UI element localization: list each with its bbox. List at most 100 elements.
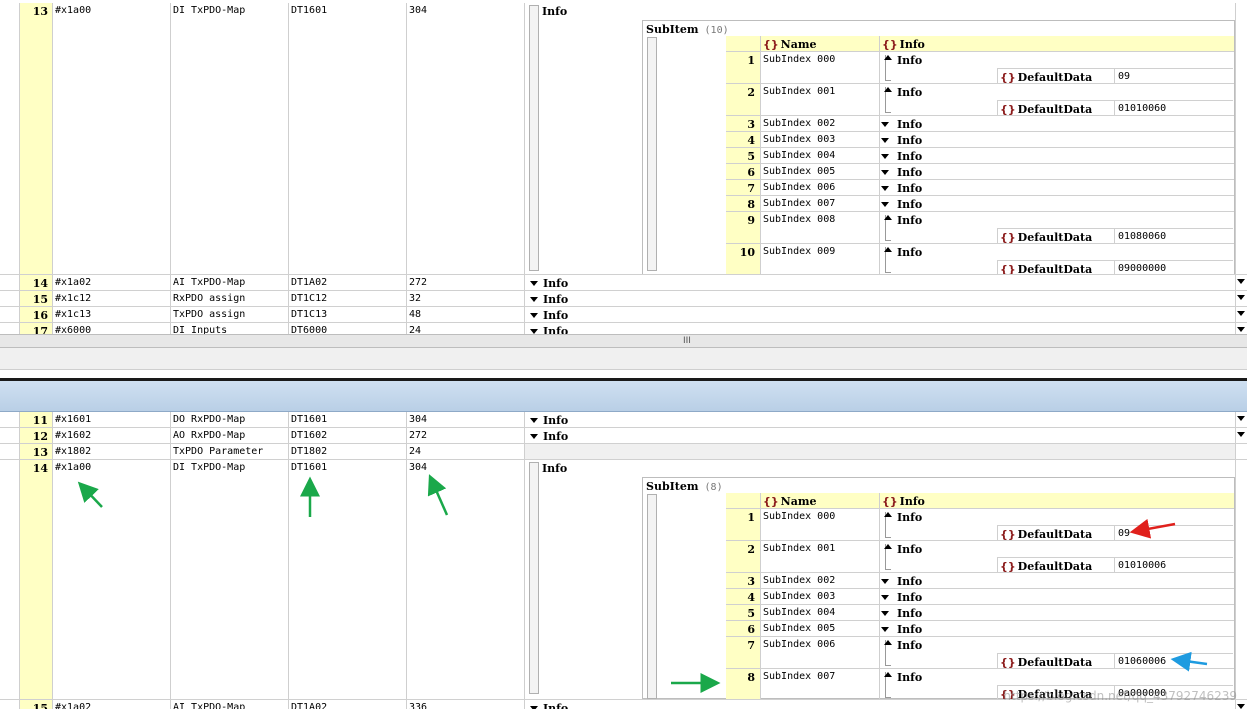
info-cell[interactable]: Info	[524, 307, 1235, 322]
subitem-info[interactable]: Info	[879, 196, 1233, 211]
bitsize-cell[interactable]: 24	[406, 323, 524, 334]
subitem-name[interactable]: SubIndex 004	[760, 148, 879, 163]
table-row[interactable]: 14 #x1a00 DI TxPDO-Map DT1601 304 Info S…	[0, 460, 1247, 700]
subitem-name[interactable]: SubIndex 006	[760, 180, 879, 195]
collapse-arrow-icon[interactable]	[884, 512, 892, 538]
subitem-info[interactable]: Info	[879, 132, 1233, 147]
subitem-row[interactable]: 9 SubIndex 008 Info {} DefaultData 010800…	[726, 212, 1234, 244]
bitsize-cell[interactable]: 272	[406, 428, 524, 443]
subitem-name[interactable]: SubIndex 003	[760, 132, 879, 147]
collapse-arrow-icon[interactable]	[884, 87, 892, 113]
table-row[interactable]: 14 #x1a02 AI TxPDO-Map DT1A02 272 Info	[0, 275, 1247, 291]
defaultdata-value[interactable]: 01010006	[1117, 558, 1166, 571]
row-end-cell[interactable]	[1235, 412, 1247, 427]
bitsize-cell[interactable]: 304	[406, 460, 524, 699]
row-end-cell[interactable]	[1235, 323, 1247, 334]
bitsize-cell[interactable]: 304	[406, 3, 524, 274]
subitem-name[interactable]: SubIndex 002	[760, 116, 879, 131]
bitsize-cell[interactable]: 48	[406, 307, 524, 322]
bitsize-cell[interactable]: 272	[406, 275, 524, 290]
name-cell[interactable]: DO RxPDO-Map	[170, 412, 288, 427]
name-cell[interactable]: DI Inputs	[170, 323, 288, 334]
name-cell[interactable]: AO RxPDO-Map	[170, 428, 288, 443]
subitem-info[interactable]: Info	[879, 164, 1233, 179]
subitem-info[interactable]: Info	[879, 589, 1233, 604]
index-cell[interactable]: #x1a00	[52, 460, 170, 699]
collapse-arrow-icon[interactable]	[884, 55, 892, 81]
index-cell[interactable]: #x1a02	[52, 700, 170, 709]
dropdown-arrow-icon[interactable]	[881, 138, 889, 143]
defaultdata-value[interactable]: 01060006	[1117, 654, 1166, 667]
info-cell[interactable]: Info	[524, 323, 1235, 334]
table-row[interactable]: 13 #x1a00 DI TxPDO-Map DT1601 304 Info S…	[0, 3, 1247, 275]
index-cell[interactable]: #x1c12	[52, 291, 170, 306]
name-cell[interactable]: AI TxPDO-Map	[170, 275, 288, 290]
row-end-cell[interactable]	[1235, 307, 1247, 322]
defaultdata-value[interactable]: 01080060	[1117, 229, 1166, 242]
name-cell[interactable]: RxPDO assign	[170, 291, 288, 306]
subitem-row[interactable]: 3 SubIndex 002 Info	[726, 116, 1234, 132]
row-end-cell[interactable]	[1235, 275, 1247, 290]
dropdown-arrow-icon[interactable]	[1237, 311, 1245, 316]
dropdown-arrow-icon[interactable]	[1237, 295, 1245, 300]
subitem-name[interactable]: SubIndex 000	[760, 509, 879, 540]
dropdown-arrow-icon[interactable]	[881, 170, 889, 175]
dropdown-arrow-icon[interactable]	[881, 595, 889, 600]
subitem-row[interactable]: 1 SubIndex 000 Info {} DefaultData 09	[726, 52, 1234, 84]
type-cell[interactable]: DT1601	[288, 3, 406, 274]
subitem-name[interactable]: SubIndex 005	[760, 164, 879, 179]
type-cell[interactable]: DT1A02	[288, 275, 406, 290]
subitem-row[interactable]: 6 SubIndex 005 Info	[726, 621, 1234, 637]
table-row[interactable]: 15 #x1c12 RxPDO assign DT1C12 32 Info	[0, 291, 1247, 307]
dropdown-arrow-icon[interactable]	[1237, 432, 1245, 437]
subitem-row[interactable]: 10 SubIndex 009 Info {} DefaultData 09000…	[726, 244, 1234, 274]
dropdown-arrow-icon[interactable]	[1237, 327, 1245, 332]
type-cell[interactable]: DT6000	[288, 323, 406, 334]
bitsize-cell[interactable]: 304	[406, 412, 524, 427]
index-cell[interactable]: #x1601	[52, 412, 170, 427]
defaultdata-value[interactable]: 09	[1117, 526, 1130, 539]
info-cell[interactable]: Info SubItem (8) {} Name {} Info 1 SubInde…	[524, 460, 1235, 699]
subitem-grid[interactable]: SubItem (10) {} Name {} Info 1 SubIndex 00…	[642, 20, 1235, 274]
subitem-name[interactable]: SubIndex 003	[760, 589, 879, 604]
row-end-cell[interactable]	[1235, 291, 1247, 306]
type-cell[interactable]: DT1601	[288, 412, 406, 427]
subitem-name[interactable]: SubIndex 007	[760, 196, 879, 211]
bitsize-cell[interactable]: 32	[406, 291, 524, 306]
defaultdata-value[interactable]: 09000000	[1117, 261, 1166, 274]
subitem-info[interactable]: Info	[879, 621, 1233, 636]
subitem-name[interactable]: SubIndex 002	[760, 573, 879, 588]
type-cell[interactable]: DT1A02	[288, 700, 406, 709]
row-end-cell[interactable]	[1235, 428, 1247, 443]
info-cell[interactable]: Info SubItem (10) {} Name {} Info 1 SubInd…	[524, 3, 1235, 274]
subitem-name[interactable]: SubIndex 000	[760, 52, 879, 83]
info-cell[interactable]: Info	[524, 428, 1235, 443]
top-grid-pane[interactable]: 13 #x1a00 DI TxPDO-Map DT1601 304 Info S…	[0, 0, 1247, 334]
subitem-row[interactable]: 5 SubIndex 004 Info	[726, 148, 1234, 164]
subitem-name[interactable]: SubIndex 001	[760, 84, 879, 115]
collapse-arrow-icon[interactable]	[884, 247, 892, 273]
collapse-arrow-icon[interactable]	[884, 672, 892, 698]
bitsize-cell[interactable]: 336	[406, 700, 524, 709]
dropdown-arrow-icon[interactable]	[1237, 704, 1245, 709]
info-cell[interactable]: Info	[524, 291, 1235, 306]
dropdown-arrow-icon[interactable]	[530, 434, 538, 439]
info-cell[interactable]	[524, 444, 1235, 459]
subitem-name[interactable]: SubIndex 005	[760, 621, 879, 636]
subitem-info[interactable]: Info	[879, 148, 1233, 163]
subitem-row[interactable]: 7 SubIndex 006 Info {} DefaultData 010600…	[726, 637, 1234, 669]
info-column-header[interactable]: {} Info	[879, 36, 1234, 51]
type-cell[interactable]: DT1C13	[288, 307, 406, 322]
index-cell[interactable]: #x1802	[52, 444, 170, 459]
subitem-info[interactable]: Info {} DefaultData 09	[879, 52, 1233, 83]
subitem-info[interactable]: Info {} DefaultData 09	[879, 509, 1233, 540]
info-cell[interactable]: Info	[524, 275, 1235, 290]
name-cell[interactable]: DI TxPDO-Map	[170, 3, 288, 274]
dropdown-arrow-icon[interactable]	[530, 418, 538, 423]
dropdown-arrow-icon[interactable]	[881, 186, 889, 191]
dropdown-arrow-icon[interactable]	[881, 611, 889, 616]
info-cell[interactable]: Info	[524, 412, 1235, 427]
subitem-row[interactable]: 4 SubIndex 003 Info	[726, 132, 1234, 148]
type-cell[interactable]: DT1C12	[288, 291, 406, 306]
subitem-row[interactable]: 2 SubIndex 001 Info {} DefaultData 010100…	[726, 84, 1234, 116]
